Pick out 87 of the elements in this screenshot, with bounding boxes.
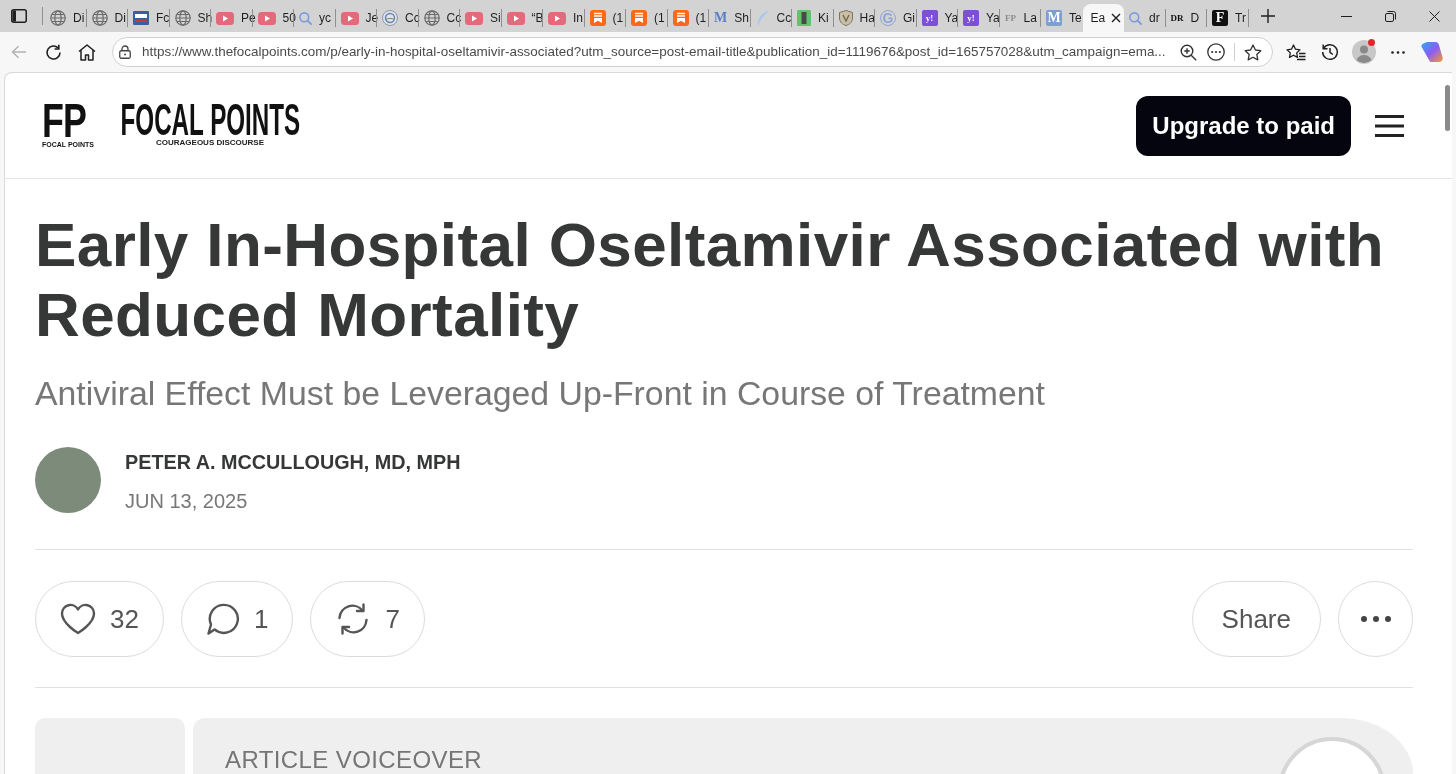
globe-icon (174, 10, 191, 26)
play-icon (257, 11, 276, 25)
article-title: Early In-Hospital Oseltamivir Associated with Reduced Mortality (35, 210, 1386, 350)
site-tagline: COURAGEOUS DISCOURSE (156, 138, 264, 147)
browser-tab[interactable]: (1 (584, 4, 626, 32)
play-icon (548, 11, 566, 25)
browser-tab[interactable]: G Gi (875, 4, 917, 32)
plus-icon (1260, 9, 1275, 23)
browser-tab[interactable]: Di (45, 4, 87, 32)
heart-icon (60, 603, 96, 635)
seal-icon (382, 10, 398, 26)
share-button[interactable]: Share (1191, 581, 1321, 657)
scrollbar-thumb[interactable] (1445, 85, 1450, 131)
speech-bubble-icon (205, 603, 240, 635)
play-icon (216, 11, 234, 25)
search-icon (299, 11, 312, 25)
letter-tile-icon: M (1046, 10, 1062, 26)
restore-icon (1384, 10, 1396, 22)
play-icon (506, 11, 525, 25)
browser-tab[interactable]: y! Ya (958, 4, 1000, 32)
ellipsis-icon (1360, 616, 1391, 622)
letter-tile-icon: y! (963, 10, 979, 26)
article-subtitle: Antiviral Effect Must be Leveraged Up-Front in Course of Treatment (35, 373, 1046, 413)
browser-tab[interactable]: y! Ya (916, 4, 958, 32)
avatar-silhouette-icon (1352, 40, 1376, 64)
ellipsis-icon (1391, 50, 1405, 54)
browser-tab[interactable]: In (543, 4, 585, 32)
browser-tab[interactable]: F Tr (1207, 4, 1249, 32)
minimize-icon (1340, 15, 1352, 17)
letter-tile-icon: y! (921, 10, 938, 26)
browser-tab[interactable]: Ha (833, 4, 875, 32)
globe-icon (423, 10, 440, 26)
feather-icon (755, 10, 770, 26)
letter-tile-icon: F (1212, 10, 1228, 26)
browser-tab[interactable]: Di (86, 4, 128, 32)
upgrade-button[interactable]: Upgrade to paid (1136, 95, 1351, 156)
history-icon (1321, 43, 1339, 61)
zoom-in-icon (1179, 43, 1197, 61)
globe-icon (50, 10, 66, 26)
back-arrow-icon (11, 45, 27, 59)
bookmark-icon (631, 10, 647, 26)
globe-icon (91, 10, 108, 26)
browser-tab[interactable]: (1 (667, 4, 709, 32)
browser-tab[interactable]: M Te (1041, 4, 1083, 32)
bar-tile-icon (797, 10, 811, 26)
browser-tab[interactable]: Si (460, 4, 502, 32)
browser-tab[interactable]: M Sh (709, 4, 751, 32)
restack-button[interactable]: 7 (310, 581, 425, 657)
close-icon[interactable] (1111, 13, 1122, 23)
browser-tab[interactable]: DR D (1165, 4, 1207, 32)
browser-tab[interactable]: Ki (792, 4, 834, 32)
browser-tab[interactable]: “B (501, 4, 543, 32)
browser-tab[interactable]: Cc (750, 4, 792, 32)
browser-tab[interactable]: Ea (1082, 4, 1124, 32)
shield-icon (838, 10, 853, 26)
reload-icon (44, 43, 62, 61)
close-icon (1428, 10, 1440, 22)
menu-icon (1375, 114, 1404, 137)
logo-mark[interactable]: FP (42, 102, 87, 138)
browser-tab[interactable]: Fc (128, 4, 170, 32)
letter-logo-icon: M (714, 10, 728, 26)
address-bar[interactable]: https://www.thefocalpoints.com/p/early-in-hospital-oseltamivir-associated?utm_source=post-email-title&publication_id=1119676&post_id=165757028&utm_campaign=ema... (112, 37, 1273, 67)
publish-date: JUN 13, 2025 (125, 489, 248, 513)
more-circle-icon (1207, 43, 1225, 61)
letter-logo-icon: FP (1004, 10, 1017, 26)
play-icon (465, 11, 483, 25)
search-icon (1129, 11, 1142, 25)
lock-icon[interactable] (119, 45, 131, 59)
site-wordmark[interactable]: FOCAL POINTS (120, 104, 300, 136)
voiceover-label: ARTICLE VOICEOVER (225, 748, 483, 772)
menu-button[interactable] (1375, 114, 1404, 137)
bookmark-icon (672, 10, 689, 26)
bookmark-icon (589, 10, 606, 26)
comment-button[interactable]: 1 (180, 581, 294, 657)
author-name[interactable]: PETER A. MCCULLOUGH, MD, MPH (125, 450, 461, 474)
gradient-logo-icon (1421, 41, 1443, 63)
letter-logo-icon: DR (1170, 10, 1184, 26)
home-icon (78, 43, 96, 61)
star-list-icon (1286, 43, 1306, 61)
play-icon (340, 11, 359, 25)
sidebar-panel-icon (11, 9, 27, 23)
like-button[interactable]: 32 (35, 581, 164, 657)
browser-tab[interactable]: (1 (626, 4, 668, 32)
news-tile-icon (133, 11, 149, 25)
browser-tab[interactable]: dr (1124, 4, 1166, 32)
browser-tab[interactable]: FP La (999, 4, 1041, 32)
star-icon (1244, 43, 1262, 61)
